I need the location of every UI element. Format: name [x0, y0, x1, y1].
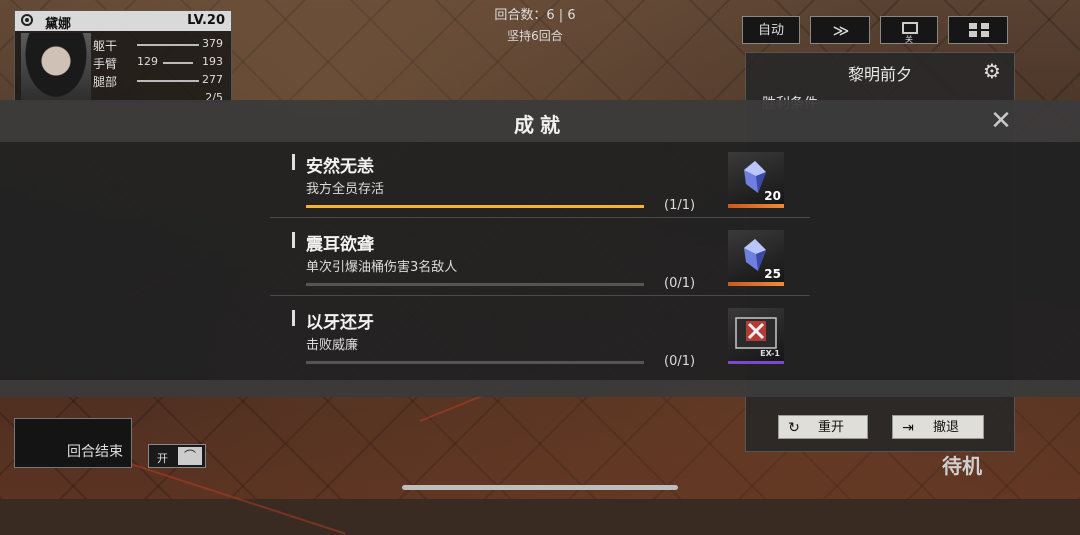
- achievements-title: 成就: [514, 113, 566, 137]
- reward-crystal[interactable]: 20: [728, 152, 784, 208]
- achievement-row: 震耳欲聋 单次引爆油桶伤害3名敌人 (0/1) 25: [270, 220, 810, 296]
- title-accent-bar: [292, 310, 295, 326]
- retreat-button[interactable]: ⇥ 撤退: [892, 415, 984, 439]
- stat-bar: [163, 62, 193, 64]
- stat-bar: [137, 80, 199, 82]
- character-portrait: [21, 33, 91, 103]
- round-label: 回合数：: [494, 8, 547, 23]
- character-status-panel[interactable]: 黛娜 LV.20 躯干 379 手臂 129 193 腿部 277 2/5: [14, 10, 232, 104]
- gear-icon[interactable]: ⚙: [982, 61, 1002, 81]
- fast-forward-icon: ≫: [832, 21, 850, 40]
- round-total: 6: [567, 8, 576, 23]
- achievement-name: 以牙还牙: [306, 313, 374, 333]
- grid-menu-icon: [969, 23, 989, 37]
- achievement-description: 击败威廉: [306, 338, 359, 353]
- achievement-name: 震耳欲聋: [306, 235, 374, 255]
- progress-count: (0/1): [664, 354, 696, 369]
- round-counter: 回合数：6 | 6 坚持6回合: [470, 4, 600, 44]
- progress-fill: [306, 205, 644, 208]
- auto-battle-icon: ⌒: [178, 447, 202, 465]
- achievements-panel: 安然无恙 我方全员存活 (1/1) 20 震耳欲聋 单次引爆油桶伤害3名敌人 (…: [0, 142, 1080, 380]
- restart-icon: ↻: [788, 420, 800, 436]
- end-turn-button[interactable]: 回合结束: [14, 418, 132, 468]
- auto-battle-toggle[interactable]: 开 ⌒: [148, 444, 206, 468]
- mission-title: 黎明前夕: [847, 65, 912, 84]
- home-indicator[interactable]: [402, 485, 678, 490]
- stat-bar: [137, 44, 199, 46]
- stat-torso: 躯干 379: [93, 37, 223, 53]
- reward-chip[interactable]: EX-1: [728, 308, 784, 364]
- stat-legs: 腿部 277: [93, 73, 223, 89]
- character-name: 黛娜: [45, 17, 72, 32]
- close-icon[interactable]: ✕: [988, 108, 1014, 134]
- title-accent-bar: [292, 232, 295, 248]
- progress-track: [306, 205, 644, 208]
- chip-icon: [735, 317, 777, 349]
- achievement-description: 单次引爆油桶伤害3名敌人: [306, 260, 458, 275]
- reward-crystal[interactable]: 25: [728, 230, 784, 286]
- progress-track: [306, 283, 644, 286]
- menu-button[interactable]: [948, 16, 1008, 44]
- achievement-row: 安然无恙 我方全员存活 (1/1) 20: [270, 142, 810, 218]
- exit-door-icon: ⇥: [902, 420, 914, 436]
- round-objective: 坚持6回合: [507, 29, 563, 43]
- film-icon: [902, 22, 918, 34]
- character-level: LV.20: [187, 13, 225, 28]
- replay-toggle-button[interactable]: 关: [880, 16, 938, 44]
- target-icon: [21, 14, 33, 26]
- auto-button[interactable]: 自动: [742, 16, 800, 44]
- character-header: 黛娜 LV.20: [15, 11, 231, 32]
- achievements-footer: [0, 380, 1080, 397]
- achievements-header: 成就 ✕: [0, 100, 1080, 142]
- reward-quantity: 25: [764, 267, 781, 281]
- restart-button[interactable]: ↻ 重开: [778, 415, 868, 439]
- title-accent-bar: [292, 154, 295, 170]
- achievement-description: 我方全员存活: [306, 182, 385, 197]
- progress-track: [306, 361, 644, 364]
- achievement-row: 以牙还牙 击败威廉 (0/1) EX-1: [270, 298, 810, 374]
- round-current: 6: [546, 8, 555, 23]
- replay-toggle-state: 关: [905, 35, 913, 44]
- stat-arms: 手臂 129 193: [93, 55, 223, 71]
- reward-quantity: 20: [764, 189, 781, 203]
- achievement-name: 安然无恙: [306, 157, 374, 177]
- progress-count: (0/1): [664, 276, 696, 291]
- reward-quantity: EX-1: [760, 349, 780, 358]
- progress-count: (1/1): [664, 198, 696, 213]
- speed-button[interactable]: ≫: [810, 16, 870, 44]
- standby-button[interactable]: 待机: [942, 450, 982, 479]
